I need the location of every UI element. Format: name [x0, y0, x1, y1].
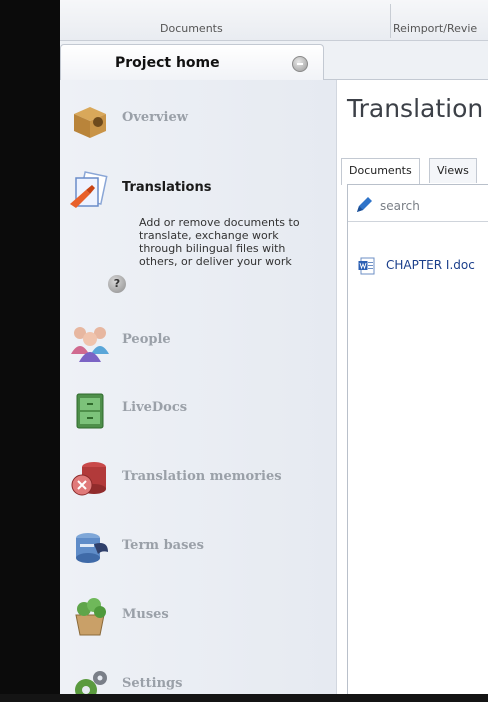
term-bases-icon: [76, 533, 108, 563]
sidebar-item-settings[interactable]: Settings: [60, 660, 336, 716]
documents-panel: CHAPTER I.doc: [347, 184, 488, 696]
pencil-icon: [357, 197, 372, 212]
tab-project-home[interactable]: Project home: [60, 44, 324, 80]
sidebar-item-label: Settings: [122, 676, 183, 691]
ribbon-separator: [390, 4, 391, 38]
sidebar-item-people[interactable]: People: [60, 316, 336, 372]
ribbon-bar: Documents Reimport/Revie: [60, 0, 488, 41]
sidebar-item-label: People: [122, 332, 171, 347]
tab-strip: Project home: [60, 41, 488, 80]
sidebar-item-translations[interactable]: Translations: [60, 164, 336, 220]
translations-description: Add or remove documents to translate, ex…: [139, 216, 300, 268]
search-bar: [348, 191, 488, 222]
tab-views[interactable]: Views: [429, 158, 477, 183]
sidebar-item-overview[interactable]: Overview: [60, 94, 336, 150]
translation-memories-icon: [71, 462, 106, 496]
sidebar-item-translation-memories[interactable]: Translation memories: [60, 453, 336, 509]
window-edge: [0, 0, 60, 702]
search-input[interactable]: [378, 196, 488, 216]
sidebar-item-label: Term bases: [122, 538, 205, 553]
ribbon-group-documents: Documents: [160, 22, 223, 35]
project-home-sidebar: Overview Translations Add or remove docu…: [60, 80, 337, 701]
ribbon-group-reimport: Reimport/Revie: [393, 22, 478, 35]
list-item[interactable]: CHAPTER I.doc: [348, 255, 488, 277]
people-icon: [71, 327, 109, 362]
translations-icon: [70, 171, 108, 208]
file-name: CHAPTER I.doc: [386, 258, 475, 272]
page-title: Translation: [347, 94, 484, 123]
sidebar-item-label: Translations: [122, 180, 212, 195]
tab-documents[interactable]: Documents: [341, 158, 420, 185]
sidebar-item-label: LiveDocs: [122, 400, 188, 415]
close-tab-icon[interactable]: [292, 56, 308, 72]
help-icon[interactable]: ?: [108, 275, 126, 293]
sidebar-item-livedocs[interactable]: LiveDocs: [60, 384, 336, 440]
translations-pane: Translation Documents Views CHAPTER I.do…: [337, 80, 488, 696]
sidebar-item-label: Overview: [122, 110, 188, 125]
sidebar-item-label: Muses: [122, 607, 169, 622]
subtab-strip: Documents Views: [341, 158, 488, 185]
sidebar-item-muses[interactable]: Muses: [60, 591, 336, 647]
muses-icon: [75, 598, 106, 636]
overview-icon: [74, 107, 106, 138]
tab-project-home-label: Project home: [115, 55, 220, 71]
livedocs-icon: [76, 393, 104, 429]
word-doc-icon: [358, 257, 375, 275]
sidebar-item-term-bases[interactable]: Term bases: [60, 522, 336, 578]
window-bottom-edge: [0, 694, 488, 702]
sidebar-item-label: Translation memories: [122, 469, 282, 484]
